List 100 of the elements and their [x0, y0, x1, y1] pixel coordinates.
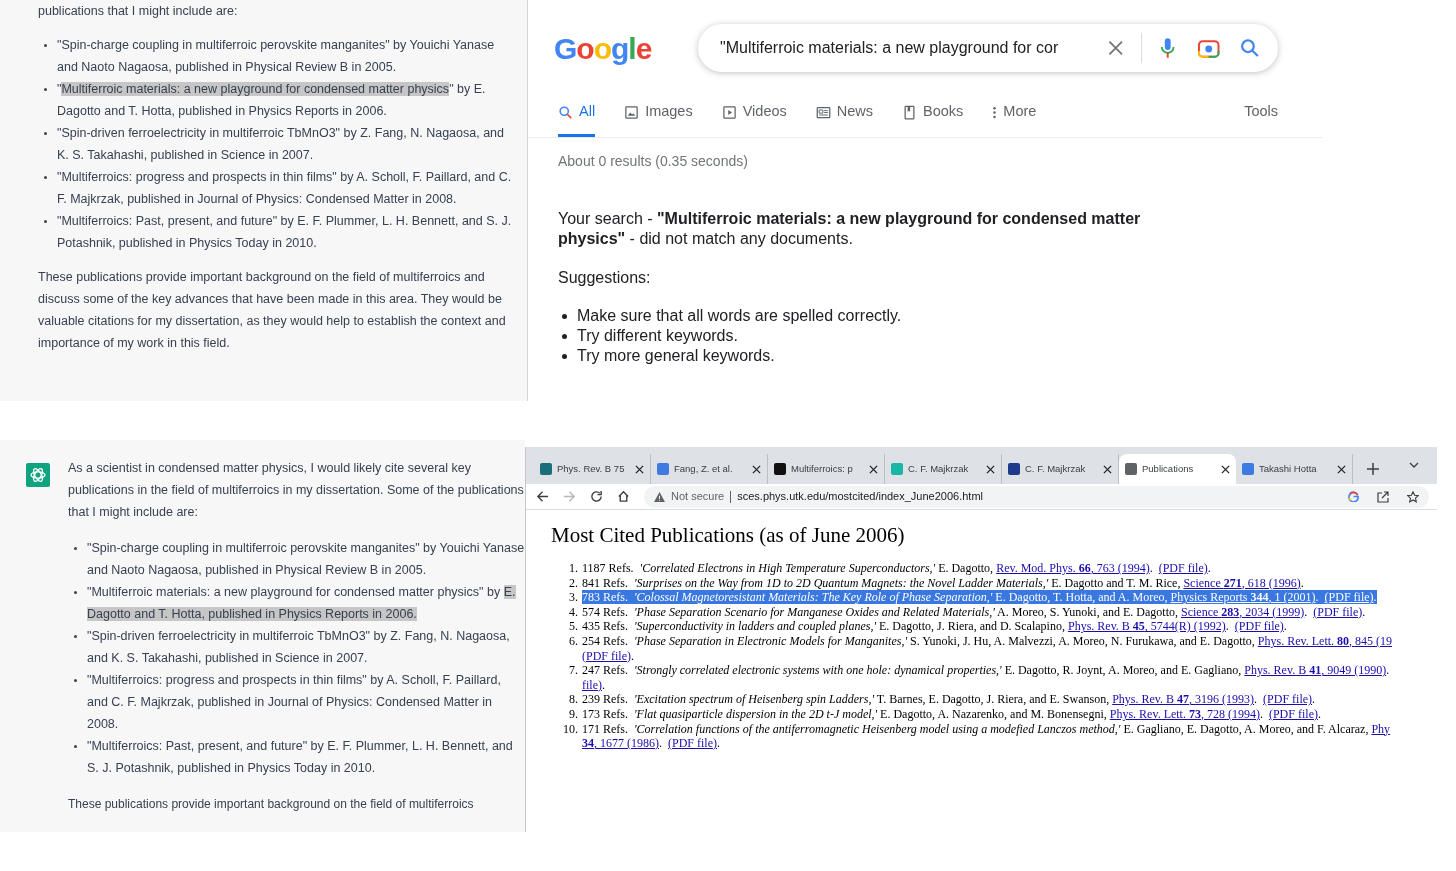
chevron-down-icon[interactable]	[1409, 462, 1419, 468]
address-bar[interactable]: Not secure sces.phys.utk.edu/mostcited/index_June2006.html	[644, 485, 1429, 508]
search-bar[interactable]: "Multiferroic materials: a new playground for cor	[698, 24, 1278, 72]
close-icon[interactable]	[635, 464, 644, 474]
message-text: As a scientist in condensed matter physics, I would likely cite several key publications in the field of multiferroics in my dissertation. Some of the publications that I might include are:	[68, 460, 525, 521]
list-item-text: "Multiferroic materials: a new playground for condensed matter physics" by E. Dagotto and T. Hotta, published in Physics Reports in 2006.	[87, 584, 517, 623]
citation-entry: 1187 Refs. 'Correlated Electrons in High Temperature Superconductors,' E. Dagotto, Rev. Mod. Phys. 66, 763 (1994). (PDF file).	[582, 561, 1211, 576]
citation-link[interactable]: Physics Reports 344, 1 (2001)	[1170, 590, 1316, 605]
suggestion-text: Try more general keywords.	[577, 346, 775, 366]
citation-link[interactable]: (PDF file)	[582, 648, 631, 663]
citation-entry: 173 Refs. 'Flat quasiparticle dispersion in the 2D t-J model,' E. Dagotto, A. Nazarenko, and M. Bonensegni, Phys. Rev. Lett. 73, 728 (1994). (PDF file).	[582, 706, 1321, 722]
citation-entry: 254 Refs. 'Phase Separation in Electronic Models for Manganites,' S. Yunoki, J. Hu, A. Malvezzi, A. Moreo, N. Furukawa, and E. Dagotto, Phys. Rev. Lett. 80, 845 (19 (PDF file).	[582, 633, 1393, 664]
citation-entry: 435 Refs. 'Superconductivity in ladders and coupled planes,' E. Dagotto, J. Riera, and D. Scalapino, Phys. Rev. B 45, 5744(R) (1992). (PDF file).	[582, 619, 1287, 634]
bullet-icon	[74, 591, 77, 594]
list-item-text: "Multiferroics: Past, present, and future" by E. F. Plummer, L. H. Bennett, and S. J. Potashnik, published in Physics Today in 2010.	[57, 213, 513, 252]
new-tab-icon[interactable]	[1367, 463, 1379, 475]
bullet-icon	[44, 44, 47, 47]
security-label: Not secure	[671, 489, 725, 505]
message-text: These publications provide important background on the field of multiferroics and discuss some of the key advances that have been made in this area. They would be valuable citations for my dissertation, as they would help to establish the context and importance of my work in this field.	[38, 269, 507, 352]
message-text: These publications provide important background on the field of multiferroics	[68, 796, 475, 813]
search-tab[interactable]: All	[558, 101, 596, 137]
close-icon[interactable]	[1337, 464, 1346, 474]
close-icon[interactable]	[1221, 464, 1230, 474]
search-tab[interactable]: Images	[624, 101, 693, 137]
citation-entry: 171 Refs. 'Correlation functions of the antiferromagnetic Heisenberg model using a modefied Lanczos method,' E. Gagliano, E. Dagotto, A. Moreo, and F. Alcaraz, Phy 34, 1677 (1986). (PDF file).	[582, 721, 1391, 751]
bullet-icon	[562, 333, 567, 339]
citation-link[interactable]: (PDF file)	[1158, 561, 1208, 575]
citation-link[interactable]: Science 271, 618 (1996)	[1183, 575, 1301, 590]
list-number: 1.	[568, 561, 578, 576]
search-tab[interactable]: Videos	[721, 101, 787, 137]
close-icon[interactable]	[869, 464, 878, 474]
citation-entry: 247 Refs. 'Strongly correlated electronic systems with one hole: dynamical properties,' E. Dagotto, R. Joynt, A. Moreo, and E. Gagliano, Phys. Rev. B 41, 9049 (1990). file).	[582, 663, 1390, 693]
citation-link[interactable]: (PDF file)	[668, 736, 717, 751]
bullet-icon	[74, 679, 77, 682]
search-icon	[558, 104, 573, 120]
ring-icon[interactable]	[1348, 491, 1359, 502]
browser-tab[interactable]: Multiferroics: p	[768, 454, 885, 484]
list-item-text: "Spin-charge coupling in multiferroic perovskite manganites" by Youichi Yanase and Naoto Nagaosa, published in Physical Review B in 2005.	[87, 540, 525, 579]
citation-link[interactable]: Phy	[1371, 721, 1391, 736]
search-tab[interactable]: Books	[902, 101, 964, 137]
no-results-message: Your search - "Multiferroic materials: a new playground for condensed matter physics" - did not match any documents.	[557, 209, 1142, 249]
bullet-icon	[44, 88, 47, 91]
browser-tab[interactable]: Takashi Hotta	[1236, 454, 1353, 484]
close-icon[interactable]	[1103, 464, 1112, 474]
citation-link[interactable]: file)	[582, 677, 602, 692]
tools-button[interactable]: Tools	[1244, 101, 1278, 137]
star-icon[interactable]	[1407, 490, 1419, 503]
search-icon[interactable]	[1238, 37, 1260, 59]
suggestion-text: Make sure that all words are spelled correctly.	[577, 306, 902, 326]
logo[interactable]: Google	[554, 25, 674, 71]
share-icon[interactable]	[1377, 490, 1389, 503]
play-icon	[721, 104, 737, 120]
citation-link[interactable]: Phys. Rev. Lett. 80, 845 (19	[1257, 633, 1393, 648]
home-icon[interactable]	[617, 490, 630, 503]
citation-link[interactable]: Phys. Rev. Lett. 73, 728 (1994)	[1109, 706, 1260, 721]
browser-tab[interactable]: Fang, Z. et al.	[651, 454, 768, 484]
bullet-icon	[44, 220, 47, 223]
list-number: 7.	[568, 663, 578, 680]
back-icon[interactable]	[536, 490, 549, 503]
search-tab[interactable]: More	[992, 101, 1037, 137]
result-stats: About 0 results (0.35 seconds)	[557, 152, 749, 171]
close-icon[interactable]	[752, 464, 761, 474]
citation-link[interactable]: Phys. Rev. B 45, 5744(R) (1992)	[1067, 619, 1226, 634]
list-number: 3.	[568, 590, 578, 605]
citation-entry: 574 Refs. 'Phase Separation Scenario for Manganese Oxides and Related Materials,' A. Moreo, S. Yunoki, and E. Dagotto, Science 283, 2034 (1999). (PDF file).	[582, 604, 1366, 620]
citation-link[interactable]: 34, 1677 (1986)	[582, 736, 659, 751]
list-item-text: "Spin-driven ferroelectricity in multiferroic TbMnO3" by Z. Fang, N. Nagaosa, and K. S. Takahashi, published in Science in 2007.	[57, 125, 505, 164]
reload-icon[interactable]	[590, 490, 603, 503]
citation-link[interactable]: Rev. Mod. Phys. 66, 763 (1994)	[996, 561, 1150, 575]
assistant-avatar-icon	[26, 463, 50, 487]
list-item-text: "Multiferroics: progress and prospects in thin films" by A. Scholl, F. Paillard, and C. F. Majkrzak, published in Journal of Physics: Condensed Matter in 2008.	[87, 672, 502, 733]
suggestion-text: Try different keywords.	[577, 326, 738, 346]
bullet-icon	[44, 176, 47, 179]
list-number: 9.	[568, 706, 578, 722]
list-number: 4.	[568, 604, 578, 620]
search-input[interactable]: "Multiferroic materials: a new playground for cor	[720, 36, 1100, 60]
citation-link[interactable]: (PDF file)	[1268, 706, 1318, 721]
list-number: 6.	[568, 633, 578, 650]
list-number: 2.	[568, 575, 578, 591]
bullet-icon	[562, 313, 567, 319]
browser-tab[interactable]: Publications	[1119, 454, 1236, 484]
list-item-text: "Spin-charge coupling in multiferroic perovskite manganites" by Youichi Yanase and Naoto Nagaosa, published in Physical Review B in 2005.	[57, 37, 496, 76]
bullet-icon	[74, 547, 77, 550]
url-text: sces.phys.utk.edu/mostcited/index_June2006.html	[737, 489, 984, 505]
search-tab[interactable]: News	[815, 101, 874, 137]
citation-link[interactable]: (PDF file)	[1234, 619, 1284, 634]
list-item-text: "Multiferroics: progress and prospects in thin films" by A. Scholl, F. Paillard, and C. F. Majkrzak, published in Journal of Physics: Condensed Matter in 2008.	[57, 169, 513, 208]
citation-link[interactable]: (PDF file)	[1324, 590, 1374, 605]
newspaper-icon	[815, 104, 831, 120]
list-item-text: "Multiferroics: Past, present, and future" by E. F. Plummer, L. H. Bennett, and S. J. Potashnik, published in Physics Today in 2010.	[87, 738, 514, 777]
browser-tab[interactable]: C. F. Majkrzak	[885, 454, 1002, 484]
warning-icon	[654, 491, 665, 502]
browser-tab[interactable]: Phys. Rev. B 75	[534, 454, 651, 484]
bullet-icon	[44, 132, 47, 135]
book-icon	[902, 104, 918, 120]
citation-entry: 783 Refs. 'Colossal Magnetoresistant Materials: The Key Role of Phase Separation,' E. Dagotto, T. Hotta, and A. Moreo, Physics Reports 344, 1 (2001). (PDF file).	[582, 590, 1377, 605]
citation-entry: 239 Refs. 'Excitation spectrum of Heisenberg spin Ladders,' T. Barnes, E. Dagotto, J. Riera, and E. Swanson, Phys. Rev. B 47, 3196 (1993). (PDF file).	[582, 692, 1316, 707]
list-number: 8.	[568, 692, 578, 707]
list-number: 5.	[568, 619, 578, 634]
close-icon[interactable]	[986, 464, 995, 474]
